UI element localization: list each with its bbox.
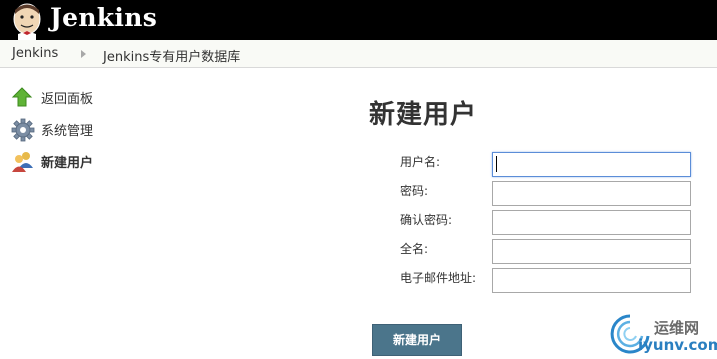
full-name-label: 全名: — [400, 242, 429, 256]
up-arrow-icon — [11, 87, 33, 107]
password-label: 密码: — [400, 184, 429, 198]
sidebar-item-label: 新建用户 — [41, 156, 94, 171]
create-user-button[interactable]: 新建用户 — [372, 324, 462, 356]
sidebar-item-label: 返回面板 — [41, 92, 94, 107]
breadcrumb-separator-icon[interactable] — [81, 50, 86, 58]
breadcrumb-home-link[interactable]: Jenkins — [12, 46, 58, 61]
confirm-password-field[interactable] — [492, 210, 691, 235]
email-label: 电子邮件地址: — [400, 271, 477, 285]
username-field[interactable] — [492, 152, 691, 177]
jenkins-logo-text[interactable]: Jenkins — [50, 3, 157, 32]
full-name-field[interactable] — [492, 239, 691, 264]
sidebar-item-label: 系统管理 — [41, 124, 94, 139]
confirm-password-label: 确认密码: — [400, 213, 453, 227]
gear-icon — [11, 118, 35, 142]
watermark-text-cn: 运维网 — [654, 319, 700, 337]
password-field[interactable] — [492, 181, 691, 206]
top-header: Jenkins — [0, 0, 717, 40]
username-label: 用户名: — [400, 155, 441, 169]
watermark-text-en: iyunv.com — [638, 336, 717, 354]
breadcrumb-user-database-link[interactable]: Jenkins专有用户数据库 — [103, 46, 240, 65]
email-field[interactable] — [492, 268, 691, 293]
text-caret — [496, 156, 497, 172]
breadcrumb: Jenkins Jenkins专有用户数据库 — [0, 40, 717, 68]
jenkins-butler-logo[interactable] — [8, 0, 46, 40]
users-icon — [12, 152, 33, 172]
page-title: 新建用户 — [369, 100, 478, 130]
